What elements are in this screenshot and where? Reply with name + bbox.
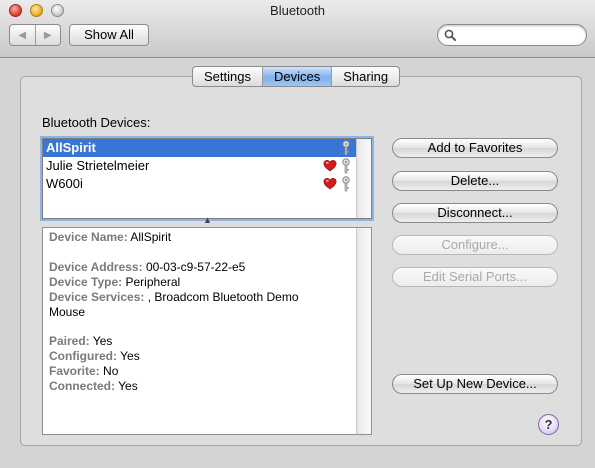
- tab-bar: Settings Devices Sharing: [192, 66, 401, 87]
- detail-device-services: Device Services: , Broadcom Bluetooth De…: [49, 290, 299, 304]
- list-item[interactable]: W600i: [43, 175, 356, 193]
- detail-configured: Configured: Yes: [49, 349, 140, 363]
- tab-devices[interactable]: Devices: [262, 67, 333, 86]
- search-input[interactable]: [460, 27, 580, 43]
- heart-icon: [323, 160, 337, 172]
- detail-paired: Paired: Yes: [49, 334, 113, 348]
- disconnect-button[interactable]: Disconnect...: [392, 203, 558, 223]
- show-all-button[interactable]: Show All: [69, 24, 149, 46]
- title-bar: Bluetooth ◀ ▶ Show All: [0, 0, 595, 58]
- edit-serial-ports-button[interactable]: Edit Serial Ports...: [392, 267, 558, 287]
- key-icon: [342, 158, 350, 174]
- key-icon: [342, 140, 350, 156]
- split-handle-icon[interactable]: ▲: [203, 215, 212, 225]
- set-up-new-device-button[interactable]: Set Up New Device...: [392, 374, 558, 394]
- device-name: W600i: [46, 176, 83, 191]
- window-title: Bluetooth: [270, 3, 325, 18]
- detail-device-type: Device Type: Peripheral: [49, 275, 181, 289]
- list-item[interactable]: Julie Strietelmeier: [43, 157, 356, 175]
- configure-button[interactable]: Configure...: [392, 235, 558, 255]
- detail-device-name: Device Name: AllSpirit: [49, 230, 172, 244]
- device-name: Julie Strietelmeier: [46, 158, 150, 173]
- tab-sharing[interactable]: Sharing: [332, 67, 399, 86]
- device-list[interactable]: AllSpirit Julie Strietelmeier W600i: [42, 138, 372, 219]
- detail-device-services-cont: Mouse: [49, 305, 86, 319]
- detail-connected: Connected: Yes: [49, 379, 138, 393]
- back-forward-control: ◀ ▶: [9, 24, 61, 46]
- bluetooth-devices-label: Bluetooth Devices:: [42, 115, 151, 130]
- back-arrow-icon[interactable]: ◀: [10, 25, 36, 45]
- detail-favorite: Favorite: No: [49, 364, 119, 378]
- detail-device-address: Device Address: 00-03-c9-57-22-e5: [49, 260, 246, 274]
- search-field[interactable]: [437, 24, 587, 46]
- add-to-favorites-button[interactable]: Add to Favorites: [392, 138, 558, 158]
- heart-icon: [323, 178, 337, 190]
- device-name: AllSpirit: [46, 140, 96, 155]
- details-scrollbar[interactable]: [356, 228, 371, 434]
- key-icon: [342, 176, 350, 192]
- device-details-pane: Device Name: AllSpirit Device Address: 0…: [42, 227, 372, 435]
- list-item[interactable]: AllSpirit: [43, 139, 356, 157]
- device-list-scrollbar[interactable]: [356, 139, 371, 218]
- search-icon: [444, 29, 456, 41]
- help-button[interactable]: ?: [538, 414, 559, 435]
- delete-button[interactable]: Delete...: [392, 171, 558, 191]
- tab-settings[interactable]: Settings: [193, 67, 263, 86]
- forward-arrow-icon[interactable]: ▶: [36, 25, 61, 45]
